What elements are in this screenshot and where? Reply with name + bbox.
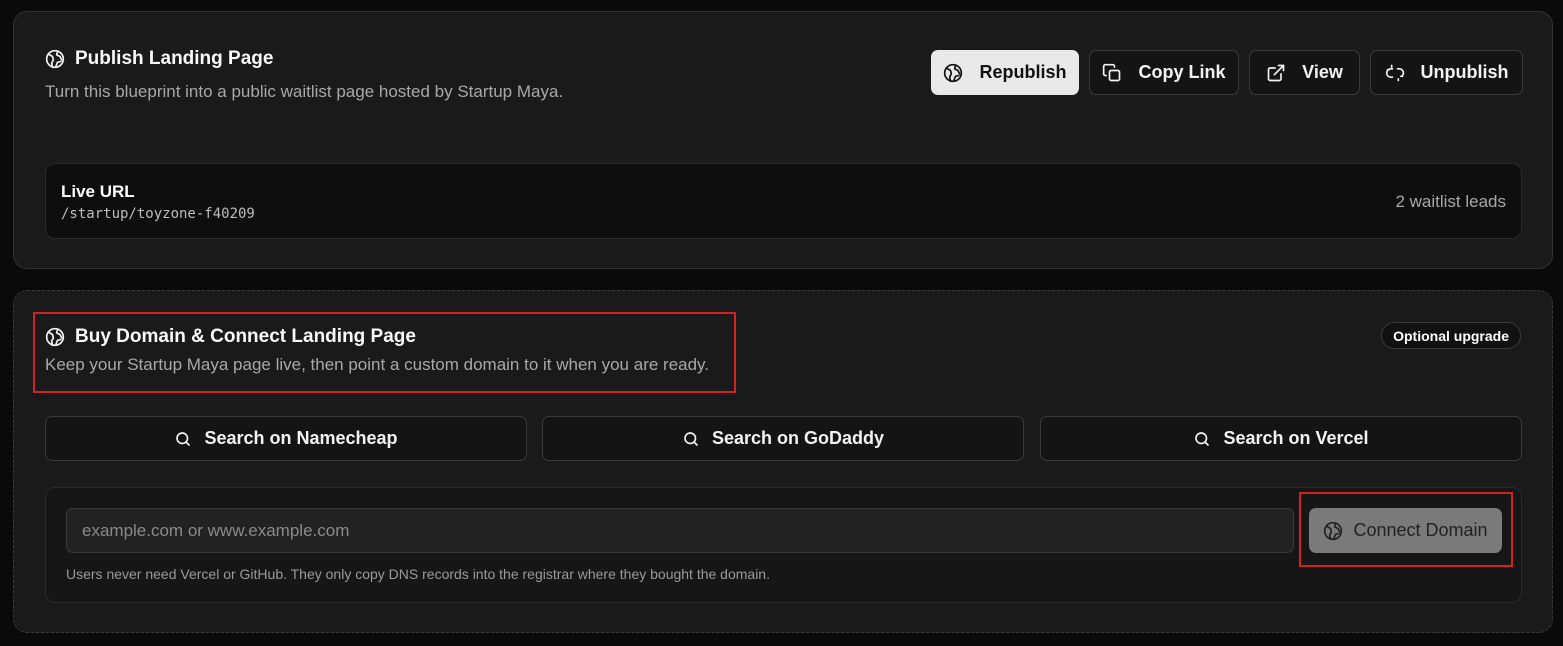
search-namecheap-label: Search on Namecheap — [204, 428, 398, 448]
connect-domain-label: Connect Domain — [1353, 520, 1488, 540]
copy-icon — [1102, 63, 1122, 83]
globe-icon — [943, 63, 963, 83]
search-godaddy-label: Search on GoDaddy — [711, 428, 885, 448]
waitlist-leads-count: 2 waitlist leads — [1395, 192, 1506, 211]
search-namecheap-button[interactable]: Search on Namecheap — [45, 416, 527, 461]
connect-domain-button[interactable]: Connect Domain — [1309, 508, 1502, 553]
publish-landing-card: Publish Landing Page Turn this blueprint… — [13, 11, 1553, 269]
domain-title-row: Buy Domain & Connect Landing Page — [45, 326, 416, 348]
unpublish-button[interactable]: Unpublish — [1370, 50, 1523, 95]
unlink-icon — [1385, 63, 1405, 83]
search-icon — [174, 430, 192, 448]
search-icon — [682, 430, 700, 448]
globe-icon — [45, 49, 65, 69]
section-title: Buy Domain & Connect Landing Page — [75, 326, 416, 347]
publish-subtitle: Turn this blueprint into a public waitli… — [45, 82, 564, 101]
external-link-icon — [1266, 63, 1286, 83]
search-vercel-label: Search on Vercel — [1223, 428, 1369, 448]
republish-label: Republish — [979, 62, 1067, 82]
copy-link-button[interactable]: Copy Link — [1089, 50, 1239, 95]
domain-input[interactable] — [66, 508, 1294, 553]
copy-link-label: Copy Link — [1138, 62, 1226, 82]
view-button[interactable]: View — [1249, 50, 1360, 95]
search-godaddy-button[interactable]: Search on GoDaddy — [542, 416, 1024, 461]
connect-domain-panel: Connect Domain Users never need Vercel o… — [45, 487, 1522, 603]
dns-helper-text: Users never need Vercel or GitHub. They … — [66, 566, 770, 582]
globe-icon — [1323, 521, 1343, 541]
page-title: Publish Landing Page — [75, 48, 274, 69]
unpublish-label: Unpublish — [1420, 62, 1509, 82]
globe-icon — [45, 327, 65, 347]
domain-subtitle: Keep your Startup Maya page live, then p… — [45, 355, 710, 374]
live-url-label: Live URL — [61, 182, 135, 201]
republish-button[interactable]: Republish — [931, 50, 1079, 95]
buy-domain-card: Buy Domain & Connect Landing Page Keep y… — [13, 290, 1553, 633]
optional-upgrade-badge: Optional upgrade — [1381, 322, 1521, 349]
search-icon — [1193, 430, 1211, 448]
publish-title-row: Publish Landing Page — [45, 48, 273, 70]
search-vercel-button[interactable]: Search on Vercel — [1040, 416, 1522, 461]
view-label: View — [1302, 62, 1343, 82]
live-url-box: Live URL /startup/toyzone-f40209 2 waitl… — [45, 163, 1522, 239]
live-url-value: /startup/toyzone-f40209 — [61, 206, 255, 222]
